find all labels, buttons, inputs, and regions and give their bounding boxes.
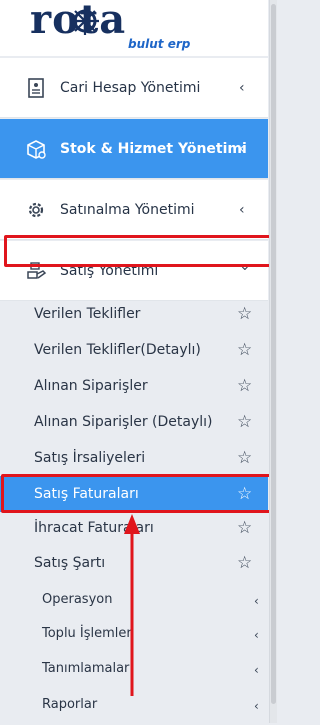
- submenu-group-label: Tanımlamalar: [42, 661, 130, 676]
- brand-logo: rota: [30, 0, 127, 43]
- highlight-box-satis-faturalari: [1, 474, 273, 513]
- submenu-item-verilen-teklifler[interactable]: Verilen Teklifler ☆: [0, 296, 268, 332]
- chevron-left-icon: ‹: [239, 140, 245, 157]
- submenu-group-label: Toplu İşlemler: [42, 626, 132, 641]
- chevron-left-icon: ‹: [239, 201, 245, 218]
- sidebar-item-label: Stok & Hizmet Yönetimi: [60, 140, 247, 157]
- submenu-item-verilen-teklifler-detayli[interactable]: Verilen Teklifler(Detaylı) ☆: [0, 332, 268, 368]
- sidebar-item-label: Satınalma Yönetimi: [60, 201, 195, 218]
- submenu-item-label: Verilen Teklifler(Detaylı): [34, 342, 201, 358]
- submenu-item-label: Alınan Siparişler: [34, 378, 148, 394]
- chevron-left-icon: ‹: [254, 594, 259, 608]
- ledger-icon: [28, 78, 44, 98]
- submenu-item-label: Verilen Teklifler: [34, 306, 141, 322]
- chevron-left-icon: ‹: [254, 699, 259, 713]
- box-icon: [27, 140, 46, 159]
- star-icon[interactable]: ☆: [237, 518, 252, 538]
- star-icon[interactable]: ☆: [237, 376, 252, 396]
- sidebar-item-stok-hizmet[interactable]: Stok & Hizmet Yönetimi ‹: [0, 119, 268, 179]
- annotation-arrow-icon: [124, 514, 140, 696]
- submenu-item-alinan-siparisler-detayli[interactable]: Alınan Siparişler (Detaylı) ☆: [0, 404, 268, 440]
- chevron-left-icon: ‹: [254, 663, 259, 677]
- submenu-item-label: Satış Şartı: [34, 555, 106, 571]
- star-icon[interactable]: ☆: [237, 448, 252, 468]
- chevron-left-icon: ‹: [239, 79, 245, 96]
- star-icon[interactable]: ☆: [237, 304, 252, 324]
- submenu-item-satis-irsaliyeleri[interactable]: Satış İrsaliyeleri ☆: [0, 440, 268, 476]
- star-icon[interactable]: ☆: [237, 553, 252, 573]
- submenu-group-label: Operasyon: [42, 592, 113, 607]
- highlight-box-satis-yonetimi: [4, 235, 272, 267]
- submenu-item-label: Alınan Siparişler (Detaylı): [34, 414, 213, 430]
- chevron-left-icon: ‹: [254, 628, 259, 642]
- brand-subtitle: bulut erp: [128, 37, 191, 51]
- sidebar-item-cari-hesap[interactable]: Cari Hesap Yönetimi ‹: [0, 58, 268, 118]
- logo-area: rota bulut erp: [0, 0, 268, 56]
- scrollbar-thumb[interactable]: [271, 4, 276, 704]
- submenu-group-label: Raporlar: [42, 697, 98, 712]
- sidebar-item-satinalma[interactable]: Satınalma Yönetimi ‹: [0, 180, 268, 240]
- submenu-item-label: Satış İrsaliyeleri: [34, 450, 146, 466]
- sidebar-item-label: Cari Hesap Yönetimi: [60, 79, 201, 96]
- submenu-item-alinan-siparisler[interactable]: Alınan Siparişler ☆: [0, 368, 268, 404]
- scrollbar[interactable]: [269, 0, 277, 723]
- gear-icon: [28, 202, 44, 218]
- star-icon[interactable]: ☆: [237, 340, 252, 360]
- star-icon[interactable]: ☆: [237, 412, 252, 432]
